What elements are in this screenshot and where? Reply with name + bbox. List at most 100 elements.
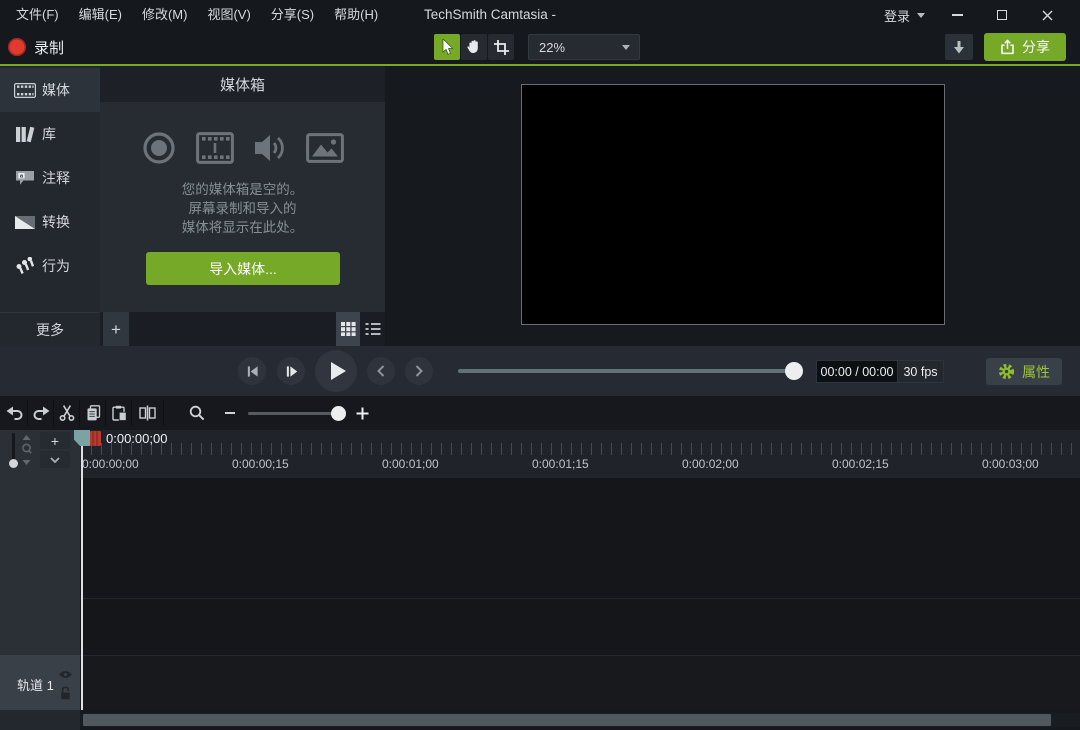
audio-icon <box>253 131 287 165</box>
close-button[interactable] <box>1032 0 1062 30</box>
sidebar-item-transitions[interactable]: 转换 <box>0 200 100 244</box>
callout-icon: a <box>12 170 38 186</box>
track-1-header[interactable]: 轨道 1 <box>0 655 80 710</box>
maximize-icon <box>997 10 1007 20</box>
canvas-area[interactable] <box>385 66 1080 346</box>
timeline-zoom-slider[interactable] <box>248 412 340 415</box>
menu-share[interactable]: 分享(S) <box>261 0 324 30</box>
track-lock-icon[interactable] <box>60 686 71 700</box>
film-icon <box>196 132 234 164</box>
undo-button[interactable] <box>2 400 28 426</box>
play-button[interactable] <box>315 350 357 392</box>
minimize-button[interactable] <box>942 0 972 30</box>
zoom-in-button[interactable] <box>352 400 372 426</box>
menu-edit[interactable]: 编辑(E) <box>69 0 132 30</box>
sidebar-item-label: 库 <box>42 124 56 144</box>
record-button[interactable]: 录制 <box>8 30 64 64</box>
menu-modify[interactable]: 修改(M) <box>132 0 198 30</box>
hand-icon <box>466 39 482 55</box>
sidebar-item-label: 注释 <box>42 168 70 188</box>
track-1-lane[interactable] <box>80 656 1080 710</box>
close-icon <box>1042 10 1053 21</box>
film-strip-icon <box>12 83 38 98</box>
track-zoom-fit-icon[interactable] <box>20 435 33 465</box>
timeline-scrollbar[interactable] <box>80 713 1080 727</box>
zoom-out-button[interactable] <box>220 400 240 426</box>
track-divider <box>80 598 1080 599</box>
timeline-corner <box>0 710 80 730</box>
empty-message-line: 屏幕录制和导入的 <box>100 199 385 218</box>
track-visibility-icon[interactable] <box>58 670 73 679</box>
transition-icon <box>12 216 38 229</box>
share-label: 分享 <box>1022 37 1050 57</box>
empty-message-line: 您的媒体箱是空的。 <box>100 180 385 199</box>
ruler-label: 0:00:00;15 <box>232 457 289 471</box>
step-back-button[interactable] <box>238 357 266 385</box>
record-label: 录制 <box>34 37 64 58</box>
import-media-button[interactable]: 导入媒体... <box>146 252 340 285</box>
playhead-line[interactable] <box>81 444 83 710</box>
media-bin-header: 媒体箱 <box>100 66 385 102</box>
record-icon <box>8 38 26 56</box>
ruler-label: 0:00:02;15 <box>832 457 889 471</box>
copy-button[interactable] <box>80 400 106 426</box>
sidebar-item-label: 媒体 <box>42 80 70 100</box>
sidebar-item-library[interactable]: 库 <box>0 112 100 156</box>
chevron-right-icon <box>415 365 423 377</box>
pan-tool-button[interactable] <box>461 34 487 60</box>
share-button[interactable]: 分享 <box>984 33 1066 61</box>
menu-view[interactable]: 视图(V) <box>197 0 260 30</box>
minus-icon <box>225 412 235 414</box>
timeline-scrollbar-thumb[interactable] <box>83 714 1051 726</box>
next-marker-button[interactable] <box>405 357 433 385</box>
sidebar-item-media[interactable]: 媒体 <box>0 68 100 112</box>
sidebar-more-button[interactable]: 更多 <box>0 312 100 346</box>
ruler-ticks <box>80 443 1080 455</box>
preview-canvas[interactable] <box>521 84 945 325</box>
image-icon <box>306 133 344 163</box>
sidebar-item-behaviors[interactable]: 行为 <box>0 244 100 288</box>
fps-display[interactable]: 30 fps <box>897 360 944 383</box>
playhead-out-flag[interactable] <box>90 431 101 446</box>
seek-slider-knob[interactable] <box>785 362 803 380</box>
prev-marker-button[interactable] <box>367 357 395 385</box>
crop-tool-button[interactable] <box>488 34 514 60</box>
redo-button[interactable] <box>28 400 54 426</box>
menu-file[interactable]: 文件(F) <box>6 0 69 30</box>
add-track-button[interactable]: + <box>40 432 70 449</box>
minimize-icon <box>952 14 963 16</box>
login-menu[interactable]: 登录 <box>884 0 925 30</box>
export-local-button[interactable] <box>945 34 973 60</box>
timeline-ruler[interactable]: 0:00:00;00 0:00:00;15 0:00:01;00 0:00:01… <box>80 430 1080 478</box>
sidebar-item-annotations[interactable]: a 注释 <box>0 156 100 200</box>
record-icon <box>141 130 177 166</box>
library-icon <box>12 126 38 143</box>
add-media-button[interactable]: + <box>103 312 129 346</box>
timeline-zoom-knob[interactable] <box>331 406 346 421</box>
track-area[interactable] <box>80 478 1080 710</box>
list-view-button[interactable] <box>361 312 385 346</box>
empty-message-line: 媒体将显示在此处。 <box>100 218 385 237</box>
timeline-zoom-button[interactable] <box>184 400 210 426</box>
canvas-zoom-select[interactable]: 22% <box>528 34 640 60</box>
maximize-button[interactable] <box>987 0 1017 30</box>
main-toolbar: 录制 22% 分享 <box>0 30 1080 64</box>
select-tool-button[interactable] <box>434 34 460 60</box>
grid-view-button[interactable] <box>336 312 360 346</box>
seek-slider[interactable] <box>458 369 796 373</box>
menu-help[interactable]: 帮助(H) <box>324 0 388 30</box>
paste-icon <box>111 405 127 421</box>
split-button[interactable] <box>132 400 164 426</box>
ruler-label: 0:00:01;15 <box>532 457 589 471</box>
cut-button[interactable] <box>54 400 80 426</box>
fps-value: 30 fps <box>903 365 937 379</box>
properties-button[interactable]: 属性 <box>986 358 1062 385</box>
step-forward-button[interactable] <box>277 357 305 385</box>
import-media-label: 导入媒体... <box>209 259 277 279</box>
track-options-button[interactable] <box>40 451 70 468</box>
sidebar-item-label: 转换 <box>42 212 70 232</box>
paste-button[interactable] <box>106 400 132 426</box>
chevron-down-icon <box>622 45 630 50</box>
plus-icon: + <box>51 434 59 448</box>
track-height-knob[interactable] <box>9 459 18 468</box>
